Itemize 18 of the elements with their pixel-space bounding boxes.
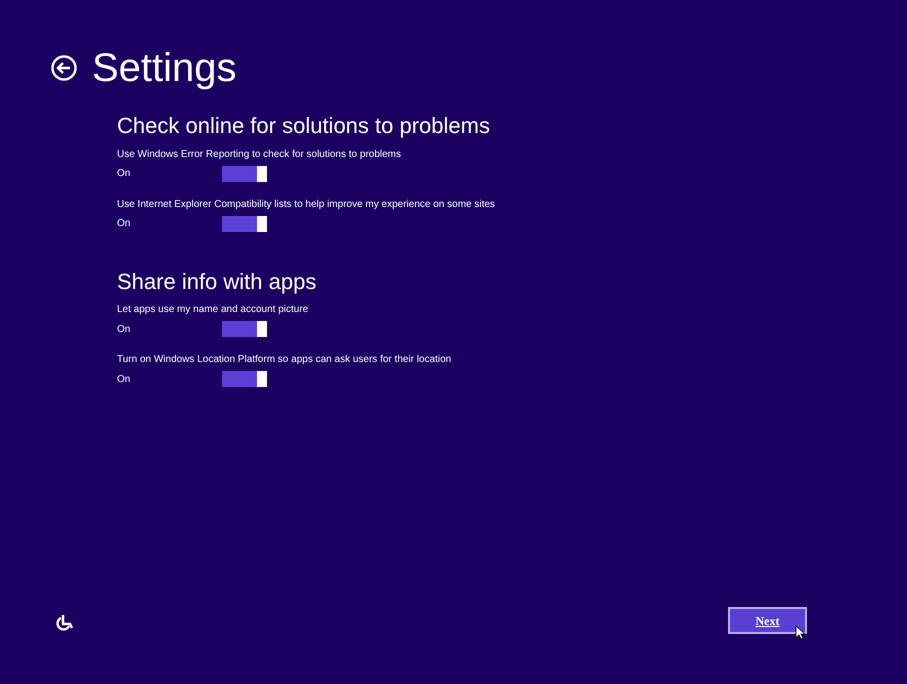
setting-label: Use Internet Explorer Compatibility lists to help improve my experience on some sites [117,198,496,212]
setting-label: Turn on Windows Location Platform so apps can ask users for their location [117,353,452,367]
page-title: Settings [92,48,237,88]
section-heading: Share info with apps [117,268,318,295]
toggle-state-text: On [117,372,132,386]
back-icon[interactable] [50,54,78,82]
mouse-cursor-icon [795,625,805,640]
section-heading: Check online for solutions to problems [117,112,491,140]
toggle-state-text: On [117,167,132,181]
next-button[interactable]: Next [728,607,807,634]
toggle-switch[interactable] [222,166,267,182]
toggle-switch[interactable] [222,216,267,232]
toggle-state-text: On [117,217,132,231]
toggle-switch[interactable] [222,321,267,337]
setting-label: Use Windows Error Reporting to check for solutions to problems [117,148,402,162]
toggle-state-text: On [117,322,132,336]
setting-label: Let apps use my name and account picture [117,303,310,317]
toggle-switch[interactable] [222,371,267,387]
